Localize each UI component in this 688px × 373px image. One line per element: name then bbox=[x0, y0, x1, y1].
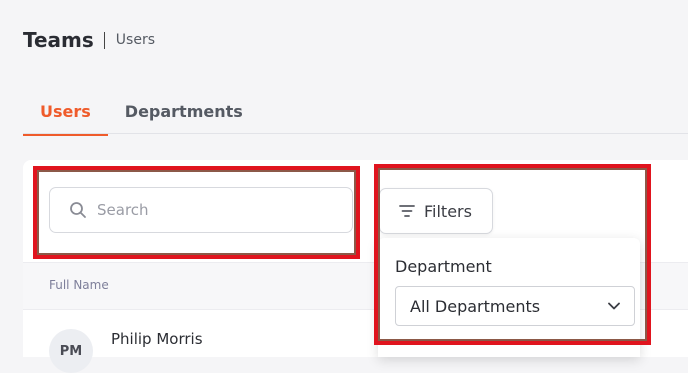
page-title: Teams bbox=[23, 28, 94, 52]
search-input[interactable]: Search bbox=[49, 187, 353, 233]
filters-button[interactable]: Filters bbox=[379, 188, 493, 234]
user-full-name[interactable]: Philip Morris bbox=[111, 330, 203, 348]
title-separator bbox=[103, 31, 105, 49]
department-select[interactable]: All Departments bbox=[395, 286, 635, 326]
tab-bar: Users Departments bbox=[23, 96, 260, 136]
page-header: Teams Users bbox=[23, 28, 155, 52]
search-icon bbox=[69, 201, 87, 219]
filters-dropdown-panel: Department All Departments bbox=[378, 238, 640, 357]
department-label: Department bbox=[395, 257, 492, 276]
table-row[interactable]: PM Philip Morris bbox=[23, 309, 375, 373]
tab-users[interactable]: Users bbox=[23, 96, 108, 136]
breadcrumb[interactable]: Users bbox=[116, 32, 155, 48]
tabs-divider bbox=[23, 133, 688, 134]
department-select-value: All Departments bbox=[410, 296, 541, 316]
filters-label: Filters bbox=[424, 201, 472, 221]
column-header-full-name[interactable]: Full Name bbox=[49, 278, 109, 292]
search-placeholder: Search bbox=[97, 201, 149, 219]
avatar: PM bbox=[49, 329, 93, 373]
filter-lines-icon bbox=[399, 204, 415, 218]
tab-departments[interactable]: Departments bbox=[108, 96, 260, 136]
chevron-down-icon bbox=[608, 302, 620, 310]
